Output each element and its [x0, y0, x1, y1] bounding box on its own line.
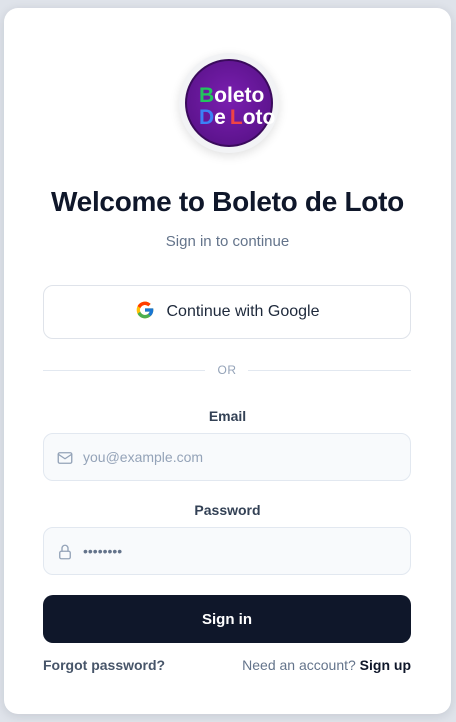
logo-artwork: Boleto De Loto [199, 84, 275, 129]
page-title: Welcome to Boleto de Loto [51, 186, 404, 217]
or-divider: OR [43, 363, 411, 379]
forgot-password-link[interactable]: Forgot password? [43, 657, 165, 673]
google-icon [135, 300, 155, 325]
page-subtitle: Sign in to continue [165, 233, 290, 250]
boleto-de-loto-logo: Boleto De Loto [185, 59, 275, 147]
logo-frame: Boleto De Loto [179, 53, 279, 153]
google-button-label: Continue with Google [166, 303, 320, 320]
password-field[interactable] [43, 527, 411, 575]
svg-text:Boleto: Boleto [199, 84, 264, 107]
signup-prompt: Need an account? Sign up [242, 657, 411, 673]
mail-icon [56, 449, 74, 467]
lock-icon [56, 543, 74, 561]
email-label: Email [208, 408, 247, 424]
svg-text:DeLoto: De Loto [199, 106, 275, 129]
password-label: Password [194, 502, 261, 518]
password-input[interactable] [83, 528, 403, 574]
login-card: Boleto De Loto Welcome to Boleto de Loto … [4, 8, 451, 714]
sign-up-link[interactable]: Sign up [360, 657, 411, 673]
auth-footer: Forgot password? Need an account? Sign u… [43, 657, 411, 675]
divider-line-right [248, 370, 411, 371]
sign-in-button[interactable]: Sign in [43, 595, 411, 643]
email-field[interactable] [43, 433, 411, 481]
signup-prompt-text: Need an account? [242, 657, 356, 673]
continue-with-google-button[interactable]: Continue with Google [43, 285, 411, 339]
email-input[interactable] [83, 434, 403, 480]
